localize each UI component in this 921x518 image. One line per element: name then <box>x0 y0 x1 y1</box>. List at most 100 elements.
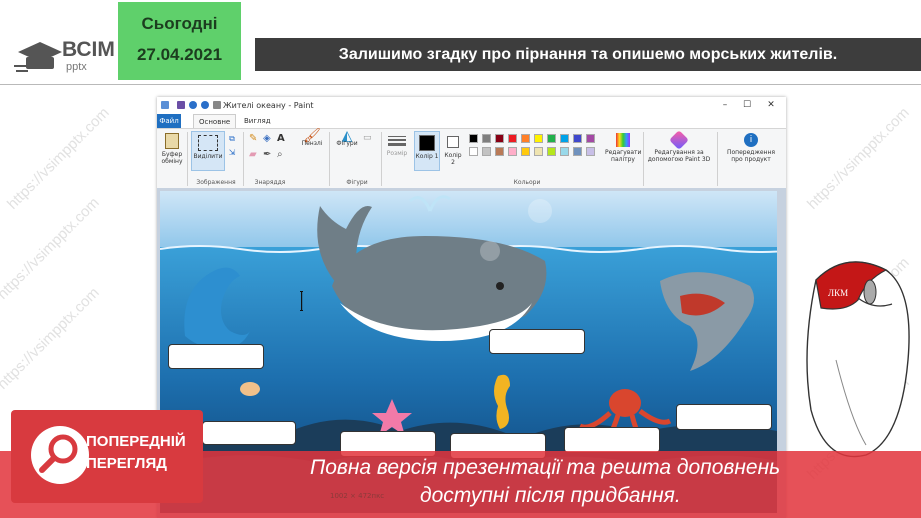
date-label: Сьогодні <box>141 14 218 33</box>
crop-icon[interactable]: ⧉ <box>227 135 237 143</box>
select-button[interactable]: Виділити <box>191 131 225 171</box>
color1-button[interactable]: Колір 1 <box>414 131 440 171</box>
group-tools-label: Знаряддя <box>254 179 286 186</box>
ribbon: Буфер обміну Виділити ⧉ ⇲ Зображення ✎ ◈… <box>157 128 786 190</box>
paint3d-button[interactable]: Редагування за допомогою Paint 3D <box>647 130 711 163</box>
color-picker-icon[interactable]: ✒ <box>263 150 271 160</box>
color1-label: Колір 1 <box>415 153 439 160</box>
palette-swatch[interactable] <box>573 134 582 143</box>
label-box-dolphin[interactable] <box>168 344 264 369</box>
watermark-text: https://vsimpptx.com <box>0 194 103 303</box>
brushes-button[interactable]: 🖌 Пензлі <box>297 128 327 147</box>
logo-sub: pptx <box>66 61 87 73</box>
size-label: Розмір <box>386 150 408 157</box>
eraser-icon[interactable]: ▰ <box>249 150 257 160</box>
minimize-button[interactable]: – <box>715 99 735 112</box>
outline-icon[interactable]: ▭ <box>363 134 372 143</box>
close-button[interactable]: ✕ <box>761 99 781 112</box>
label-box-jellyfish[interactable] <box>202 421 296 445</box>
info-icon: i <box>744 133 758 147</box>
banner-text-line1: Повна версія презентації та решта доповн… <box>310 456 781 479</box>
watermark-text: https://vsimpptx.com <box>0 284 103 393</box>
palette-icon <box>616 133 630 147</box>
palette-swatch[interactable] <box>508 147 517 156</box>
palette-swatch[interactable] <box>469 147 478 156</box>
paint3d-icon <box>669 130 689 150</box>
tab-home[interactable]: Основне <box>193 114 237 129</box>
maximize-button[interactable]: ☐ <box>737 99 757 112</box>
group-shapes-label: Фігури <box>346 179 368 186</box>
ribbon-tabs: Файл Основне Вигляд <box>157 114 786 129</box>
palette-swatch[interactable] <box>482 147 491 156</box>
group-image-label: Зображення <box>196 179 236 186</box>
product-alert-label: Попередження про продукт <box>727 149 775 163</box>
watermark-text: https://vsimpptx.com <box>4 104 113 213</box>
title-bar[interactable]: Жителі океану - Paint – ☐ ✕ <box>157 97 786 114</box>
palette-swatch[interactable] <box>521 134 530 143</box>
label-box-whale[interactable] <box>489 329 585 354</box>
paint-app-icon <box>161 101 169 109</box>
window-title: Жителі океану - Paint <box>223 101 314 110</box>
paint3d-label: Редагування за допомогою Paint 3D <box>647 149 711 163</box>
banner-text-line2: доступні після придбання. <box>420 484 681 507</box>
redo-icon[interactable] <box>201 101 209 109</box>
mouse-label: ЛКМ <box>828 288 848 298</box>
label-box-shark[interactable] <box>676 404 772 430</box>
save-icon[interactable] <box>177 101 185 109</box>
color2-swatch <box>447 136 459 148</box>
watermark-text: https://vsimpptx.com <box>804 104 913 213</box>
palette-swatch[interactable] <box>521 147 530 156</box>
shapes-button[interactable]: ◭ Фігури <box>333 128 361 147</box>
palette-swatch[interactable] <box>586 147 595 156</box>
palette-swatch[interactable] <box>547 134 556 143</box>
fill-icon[interactable]: ◈ <box>263 134 271 144</box>
palette-swatch[interactable] <box>573 147 582 156</box>
edit-palette-button[interactable]: Редагувати палітру <box>605 133 641 163</box>
date-badge: Сьогодні 27.04.2021 <box>116 0 243 82</box>
clipboard-label: Буфер обміну <box>161 151 183 165</box>
magnifier-icon[interactable]: ⌕ <box>277 150 283 160</box>
palette-swatch[interactable] <box>469 134 478 143</box>
shapes-icon: ◭ <box>341 128 353 144</box>
undo-icon[interactable] <box>189 101 197 109</box>
select-label: Виділити <box>193 153 223 160</box>
text-tool-icon[interactable]: A <box>277 134 285 144</box>
palette-swatch[interactable] <box>482 134 491 143</box>
slide-title: Залишимо згадку про пірнання та опишемо … <box>255 38 921 71</box>
color2-button[interactable]: Колір 2 <box>442 133 464 166</box>
status-size: 1002 × 472пкс <box>330 492 385 500</box>
palette-swatch[interactable] <box>560 134 569 143</box>
palette-swatch[interactable] <box>495 147 504 156</box>
palette-swatch[interactable] <box>495 134 504 143</box>
brushes-label: Пензлі <box>301 140 323 147</box>
palette-swatch[interactable] <box>534 147 543 156</box>
preview-title: ПОПЕРЕДНІЙ ПЕРЕГЛЯД <box>86 431 186 475</box>
palette-swatch[interactable] <box>547 147 556 156</box>
clipboard-button[interactable]: Буфер обміну <box>161 133 183 165</box>
product-alert-button[interactable]: i Попередження про продукт <box>721 133 781 163</box>
divider <box>0 84 921 85</box>
palette-swatch[interactable] <box>560 147 569 156</box>
color1-swatch <box>419 135 435 151</box>
magnifier-icon <box>31 426 89 484</box>
jellyfish-icon <box>240 382 260 396</box>
pencil-icon[interactable]: ✎ <box>249 134 257 144</box>
size-icon <box>388 136 406 146</box>
shapes-label: Фігури <box>336 140 358 147</box>
resize-icon[interactable]: ⇲ <box>227 149 237 157</box>
brush-icon: 🖌 <box>303 128 321 144</box>
tab-view[interactable]: Вигляд <box>239 114 276 128</box>
logo-brand: ВСІМ <box>62 38 115 61</box>
date-value: 27.04.2021 <box>136 45 223 64</box>
palette-swatch[interactable] <box>586 134 595 143</box>
text-cursor-icon <box>300 291 303 311</box>
preview-title-line1: ПОПЕРЕДНІЙ <box>86 433 186 450</box>
tab-file[interactable]: Файл <box>157 114 181 128</box>
size-button[interactable]: Розмір <box>385 133 409 157</box>
select-icon <box>198 135 218 151</box>
palette-swatch[interactable] <box>508 134 517 143</box>
palette-swatch[interactable] <box>534 134 543 143</box>
color2-label: Колір 2 <box>444 152 462 166</box>
customize-icon[interactable] <box>213 101 221 109</box>
label-box-octopus[interactable] <box>564 427 660 453</box>
